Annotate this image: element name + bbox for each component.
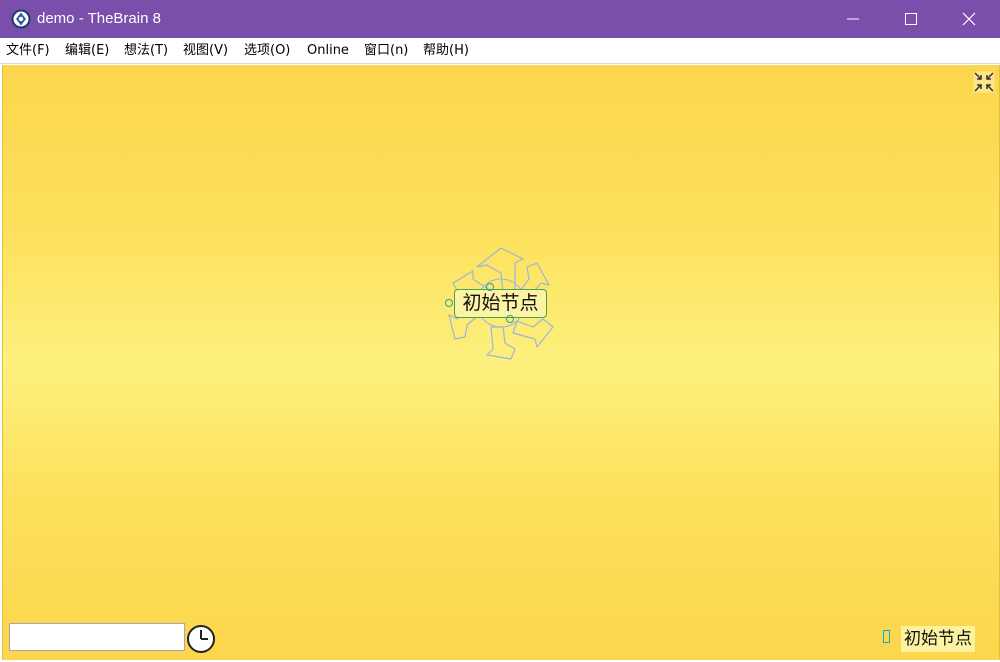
- menu-edit[interactable]: 编辑(E): [65, 43, 109, 59]
- thebrain-logo-icon: [11, 9, 31, 29]
- close-icon: [962, 12, 976, 26]
- central-thought[interactable]: 初始节点: [454, 289, 547, 318]
- collapse-button[interactable]: [973, 71, 995, 93]
- maximize-button[interactable]: [882, 0, 940, 38]
- collapse-arrows-icon: [973, 71, 995, 93]
- search-input[interactable]: [9, 623, 185, 651]
- plex-canvas[interactable]: 初始节点 初始节点: [2, 65, 1000, 660]
- menu-online[interactable]: Online: [307, 43, 349, 59]
- menu-thought[interactable]: 想法(T): [124, 43, 168, 59]
- window-title: demo - TheBrain 8: [37, 10, 161, 27]
- menu-options[interactable]: 选项(O): [244, 43, 290, 59]
- menu-window[interactable]: 窗口(n): [364, 43, 408, 59]
- minimize-button[interactable]: [824, 0, 882, 38]
- menu-file[interactable]: 文件(F): [6, 43, 50, 59]
- child-gate[interactable]: [506, 315, 514, 323]
- clock-icon: [187, 625, 215, 653]
- menu-bar: 文件(F) 编辑(E) 想法(T) 视图(V) 选项(O) Online 窗口(…: [0, 38, 1000, 64]
- close-button[interactable]: [940, 0, 998, 38]
- jump-gate[interactable]: [445, 299, 453, 307]
- maximize-icon: [905, 13, 917, 25]
- active-thought-marker-icon: [883, 630, 890, 643]
- history-button[interactable]: [186, 624, 216, 654]
- active-thought-label: 初始节点: [901, 626, 975, 652]
- central-thought-label: 初始节点: [462, 292, 539, 314]
- thebrain-window: demo - TheBrain 8 文件(F) 编辑(E) 想法(T) 视图(V…: [0, 0, 1000, 662]
- parent-gate[interactable]: [486, 283, 494, 291]
- title-bar[interactable]: demo - TheBrain 8: [0, 0, 1000, 38]
- minimize-icon: [847, 18, 859, 20]
- menu-help[interactable]: 帮助(H): [423, 43, 469, 59]
- menu-view[interactable]: 视图(V): [183, 43, 228, 59]
